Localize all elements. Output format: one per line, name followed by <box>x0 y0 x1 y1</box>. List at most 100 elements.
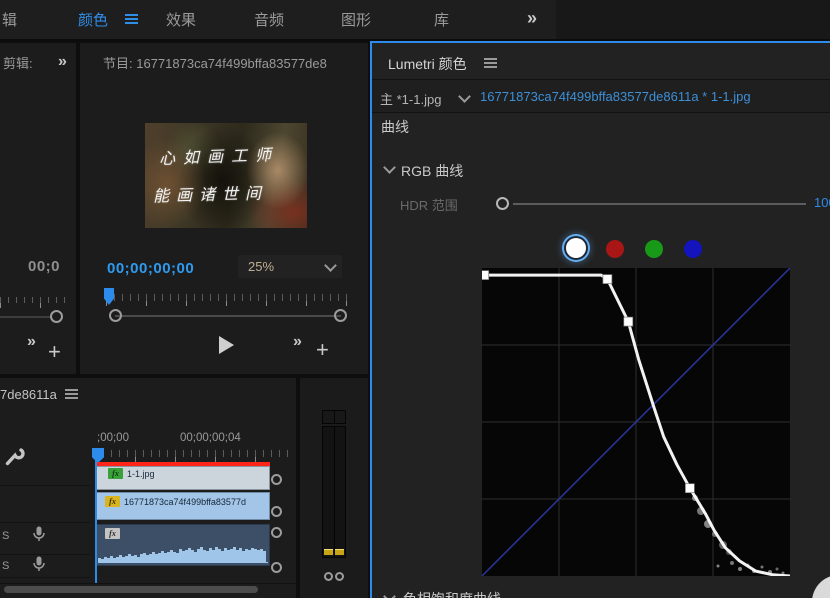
program-video-frame[interactable]: 心如画工师 能画诸世间 <box>145 123 307 228</box>
source-scroll-handle[interactable] <box>50 310 63 323</box>
mic-icon-a2[interactable] <box>32 556 46 575</box>
zoom-select-chevron-icon <box>324 259 337 272</box>
workspace-tab-bar: 辑 颜色 效果 音频 图形 库 » <box>0 0 830 41</box>
curve-editor[interactable] <box>482 268 790 576</box>
rgb-curve-plot[interactable] <box>482 268 790 576</box>
scroll-knob <box>812 575 830 598</box>
program-monitor-panel: 节目: 16771873ca74f499bffa83577de8 心如画工师 能… <box>80 43 368 374</box>
tab-effects[interactable]: 效果 <box>166 9 196 30</box>
fx-badge-v2: fx <box>108 468 123 479</box>
source-add-button[interactable]: + <box>48 343 61 361</box>
huesat-chevron-icon[interactable] <box>383 590 396 598</box>
tab-edit[interactable]: 辑 <box>2 9 17 30</box>
program-timecode[interactable]: 00;00;00;00 <box>107 260 194 277</box>
mic-icon-a1[interactable] <box>32 526 46 545</box>
tab-library[interactable]: 库 <box>434 9 449 30</box>
channel-dot-red[interactable] <box>606 240 624 258</box>
tab-overflow-icon[interactable]: » <box>527 8 536 29</box>
track-divider <box>0 522 90 523</box>
audio-meter-body <box>322 426 346 558</box>
audio-waveform <box>98 544 268 563</box>
video-overlay-text-line2: 能画诸世间 <box>153 179 269 206</box>
program-scrollbar[interactable] <box>115 315 341 317</box>
channel-dot-blue[interactable] <box>684 240 702 258</box>
source-ruler-minor <box>0 297 70 303</box>
master-clip-label[interactable]: 主 *1-1.jpg <box>380 89 441 108</box>
play-button[interactable] <box>219 336 234 354</box>
topbar-right-fill <box>556 0 830 39</box>
tab-audio[interactable]: 音频 <box>254 9 284 30</box>
source-scrollbar[interactable] <box>0 316 52 318</box>
program-ruler-minor <box>106 294 348 301</box>
timeline-panel: 7de8611a ;00;00 00;00;00;04 S S <box>0 378 296 598</box>
audio-meter-top <box>322 410 346 424</box>
fx-badge-a1: fx <box>105 528 120 539</box>
timeline-ruler-label-0: ;00;00 <box>97 432 129 444</box>
program-add-button[interactable]: + <box>316 341 329 359</box>
timeline-clip-v1[interactable]: fx 16771873ca74f499bffa83577d <box>96 492 270 520</box>
meter-level-left <box>324 549 333 555</box>
track-divider <box>0 485 90 486</box>
hdr-slider-knob[interactable] <box>496 197 509 210</box>
program-monitor-tab[interactable]: 节目: 16771873ca74f499bffa83577de8 <box>103 53 327 72</box>
timeline-playhead-line[interactable] <box>95 448 97 583</box>
track-handle[interactable] <box>271 506 282 517</box>
timeline-bottom-divider <box>0 583 296 584</box>
timeline-clip-v2[interactable]: fx 1-1.jpg <box>96 466 270 490</box>
clip-v1-label: 16771873ca74f499bffa83577d <box>124 497 246 507</box>
tab-color-menu-icon[interactable] <box>125 14 138 16</box>
lumetri-menu-icon[interactable] <box>484 58 497 60</box>
video-overlay-text-line1: 心如画工师 <box>159 141 280 169</box>
hdr-range-label: HDR 范围 <box>400 195 458 214</box>
program-controls-overflow-icon[interactable]: » <box>293 333 301 351</box>
timeline-menu-icon[interactable] <box>65 389 78 391</box>
lumetri-panel: Lumetri 颜色 主 *1-1.jpg 16771873ca74f499bf… <box>372 41 830 598</box>
timeline-ruler-label-1: 00;00;00;04 <box>180 432 241 444</box>
curves-section-title[interactable]: 曲线 <box>381 117 409 137</box>
track-divider <box>0 554 90 555</box>
hdr-range-value[interactable]: 100 <box>814 195 830 210</box>
fx-badge-v1: fx <box>105 496 120 507</box>
wrench-icon[interactable] <box>3 446 25 468</box>
rgb-curves-title[interactable]: RGB 曲线 <box>401 161 463 181</box>
timeline-scrollbar[interactable] <box>4 586 258 593</box>
source-panel-overflow-icon[interactable]: » <box>58 53 66 71</box>
program-scroll-handle-left[interactable] <box>109 309 122 322</box>
meter-handle-right[interactable] <box>335 572 344 581</box>
meter-divider <box>334 427 335 557</box>
tab-graphics[interactable]: 图形 <box>341 9 371 30</box>
tab-color[interactable]: 颜色 <box>78 9 108 30</box>
source-monitor-tab[interactable]: 剪辑: <box>3 53 33 72</box>
timeline-clip-a1[interactable]: fx <box>96 524 270 566</box>
lumetri-clip-row: 主 *1-1.jpg 16771873ca74f499bffa83577de86… <box>372 80 830 113</box>
solo-track-a2[interactable]: S <box>2 560 9 572</box>
hdr-slider-track[interactable] <box>513 203 806 205</box>
premiere-app: 辑 颜色 效果 音频 图形 库 » 剪辑: » 00;0 » + 节目: 167… <box>0 0 830 598</box>
target-clip-name[interactable]: 16771873ca74f499bffa83577de8611a * 1-1.j… <box>480 89 751 104</box>
meter-divider <box>334 411 335 423</box>
meter-level-right <box>335 549 344 555</box>
source-timecode[interactable]: 00;0 <box>28 258 60 275</box>
timeline-tab[interactable]: 7de8611a <box>0 387 57 402</box>
clip-v2-label: 1-1.jpg <box>127 469 155 479</box>
channel-dot-white[interactable] <box>566 238 586 258</box>
zoom-level-value: 25% <box>248 259 274 274</box>
track-handle[interactable] <box>271 562 282 573</box>
source-monitor-panel: 剪辑: » 00;0 » + <box>0 43 76 374</box>
audio-meters-panel <box>300 378 368 598</box>
lumetri-panel-title[interactable]: Lumetri 颜色 <box>388 54 467 74</box>
clip-v2-effect-bar <box>96 462 270 466</box>
channel-dot-green[interactable] <box>645 240 663 258</box>
solo-track-a1[interactable]: S <box>2 530 9 542</box>
program-scroll-handle-right[interactable] <box>334 309 347 322</box>
huesat-section-title[interactable]: 色相饱和度曲线 <box>403 589 501 598</box>
zoom-level-select[interactable]: 25% <box>238 255 342 278</box>
timeline-ruler-minor <box>95 450 291 457</box>
rgb-curves-chevron-icon[interactable] <box>383 161 396 174</box>
meter-handle-left[interactable] <box>324 572 333 581</box>
track-divider <box>0 577 90 578</box>
track-handle[interactable] <box>271 474 282 485</box>
master-clip-chevron-icon[interactable] <box>458 90 471 103</box>
source-controls-overflow-icon[interactable]: » <box>27 333 35 351</box>
track-handle[interactable] <box>271 527 282 538</box>
